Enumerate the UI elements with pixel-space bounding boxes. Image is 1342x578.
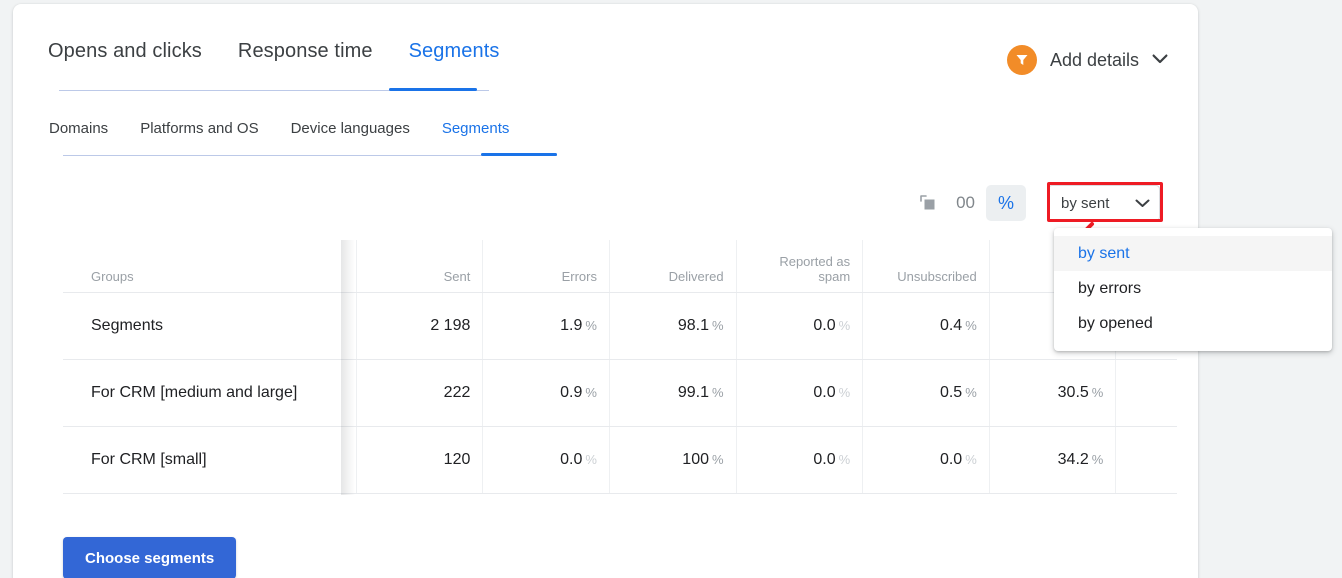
cell-opened: 30.5% (989, 359, 1117, 427)
cell-reported-as-spam: 0.0% (736, 359, 864, 427)
cell-reported-as-spam: 0.0% (736, 426, 864, 494)
subtab-platforms-and-os[interactable]: Platforms and OS (140, 120, 258, 151)
cell-errors: 1.9% (482, 292, 610, 360)
table-body: Segments 2 198 1.9% 98.1% 0.0% 0.4% 27.4… (63, 292, 1177, 494)
cell-extra: 0.0% (1115, 426, 1177, 494)
cell-errors: 0.9% (482, 359, 610, 427)
dropdown-option-by-errors[interactable]: by errors (1054, 271, 1332, 306)
table-row[interactable]: For CRM [small] 120 0.0% 100% 0.0% 0.0% … (63, 426, 1177, 494)
percent-values-toggle[interactable]: % (986, 185, 1026, 221)
add-details-label: Add details (1049, 49, 1139, 70)
cell-delivered: 100% (609, 426, 737, 494)
cell-opened: 34.2% (989, 426, 1117, 494)
cell-group: Segments (63, 292, 357, 360)
secondary-tabs-active-indicator (481, 153, 557, 156)
table-row[interactable]: Segments 2 198 1.9% 98.1% 0.0% 0.4% 27.4… (63, 292, 1177, 360)
sort-by-select-value: by sent (1061, 194, 1110, 212)
cell-errors: 0.0% (482, 426, 610, 494)
absolute-values-toggle[interactable]: 00 (945, 193, 986, 213)
tab-response-time[interactable]: Response time (238, 40, 373, 79)
column-header-unsubscribed[interactable]: Unsubscribed (862, 240, 990, 293)
table-header-row: Groups Sent Errors Delivered Reported as… (63, 240, 1177, 293)
cell-reported-as-spam: 0.0% (736, 292, 864, 360)
subtab-domains[interactable]: Domains (49, 120, 108, 151)
sort-by-select[interactable]: by sent (1048, 185, 1160, 221)
table-row[interactable]: For CRM [medium and large] 222 0.9% 99.1… (63, 359, 1177, 427)
column-header-errors[interactable]: Errors (482, 240, 610, 293)
cell-group: For CRM [small] (63, 426, 357, 494)
column-header-delivered[interactable]: Delivered (609, 240, 737, 293)
subtab-device-languages[interactable]: Device languages (291, 120, 410, 151)
screen: Opens and clicks Response time Segments … (0, 0, 1342, 578)
report-card: Opens and clicks Response time Segments … (13, 4, 1198, 578)
tab-opens-and-clicks[interactable]: Opens and clicks (48, 40, 202, 79)
chevron-down-icon (1152, 51, 1168, 69)
column-header-reported-as-spam[interactable]: Reported as spam (736, 240, 864, 293)
cell-delivered: 98.1% (609, 292, 737, 360)
cell-extra: 0.5% (1115, 359, 1177, 427)
cell-unsubscribed: 0.4% (862, 292, 990, 360)
add-details-button[interactable]: Add details (1006, 45, 1168, 75)
secondary-tabs: Domains Platforms and OS Device language… (49, 120, 541, 151)
cell-unsubscribed: 0.5% (862, 359, 990, 427)
copy-icon[interactable] (911, 186, 945, 220)
dropdown-option-by-sent[interactable]: by sent (1054, 236, 1332, 271)
subtab-segments[interactable]: Segments (442, 120, 510, 151)
cell-delivered: 99.1% (609, 359, 737, 427)
primary-tabs-active-indicator (389, 88, 477, 91)
choose-segments-button[interactable]: Choose segments (63, 537, 237, 578)
cell-sent: 2 198 (356, 292, 484, 360)
sort-by-dropdown-menu: by sent by errors by opened (1054, 228, 1332, 351)
cell-sent: 222 (356, 359, 484, 427)
cell-sent: 120 (356, 426, 484, 494)
dropdown-option-by-opened[interactable]: by opened (1054, 306, 1332, 341)
column-header-sent[interactable]: Sent (356, 240, 484, 293)
cell-unsubscribed: 0.0% (862, 426, 990, 494)
tab-segments[interactable]: Segments (409, 40, 500, 79)
cell-group: For CRM [medium and large] (63, 359, 357, 427)
segments-table: Groups Sent Errors Delivered Reported as… (63, 240, 1177, 495)
primary-tabs: Opens and clicks Response time Segments (48, 40, 535, 79)
column-header-groups[interactable]: Groups (63, 240, 357, 293)
table-toolbar: 00 % by sent (911, 185, 1160, 221)
filter-funnel-icon (1006, 45, 1037, 75)
chevron-down-icon (1135, 195, 1150, 212)
